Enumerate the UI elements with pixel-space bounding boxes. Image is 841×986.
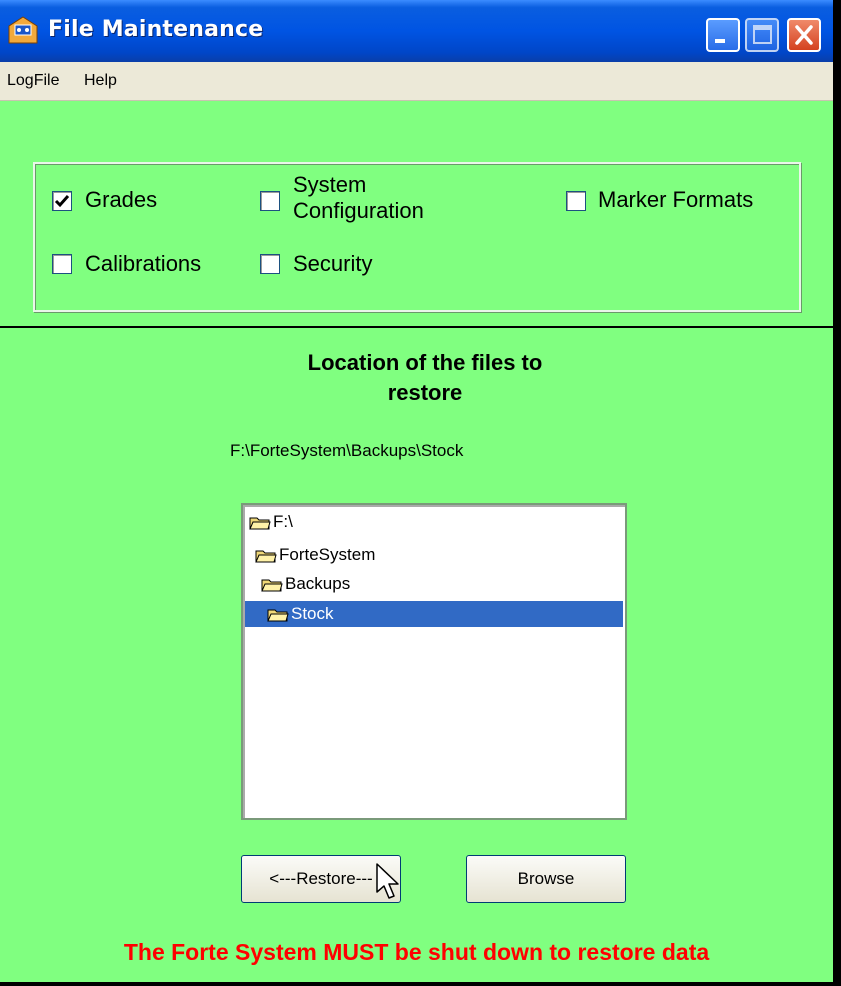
tree-item-label: Stock: [291, 604, 334, 623]
marker-formats-checkbox[interactable]: [566, 191, 586, 211]
minimize-icon: [715, 39, 725, 43]
grades-checkbox[interactable]: [52, 191, 72, 211]
tree-item-stock[interactable]: Stock: [245, 601, 623, 627]
tree-item-drive[interactable]: F:\: [249, 509, 293, 535]
browse-button[interactable]: Browse: [466, 855, 626, 903]
open-folder-icon: [249, 517, 271, 530]
file-maintenance-window: File Maintenance LogFile Help Grades Sys…: [0, 0, 833, 982]
close-icon: [795, 25, 813, 45]
tree-item-label: Backups: [285, 574, 351, 593]
system-configuration-label-line2: Configuration: [293, 198, 424, 223]
grades-label[interactable]: Grades: [85, 187, 157, 213]
tree-item-backups[interactable]: Backups: [261, 571, 350, 597]
calibrations-checkbox[interactable]: [52, 254, 72, 274]
system-configuration-checkbox[interactable]: [260, 191, 280, 211]
calibrations-label[interactable]: Calibrations: [85, 251, 201, 277]
menu-bar: LogFile Help: [0, 62, 833, 101]
menu-logfile[interactable]: LogFile: [7, 72, 59, 90]
security-checkbox[interactable]: [260, 254, 280, 274]
open-folder-icon: [267, 609, 289, 622]
shutdown-warning: The Forte System MUST be shut down to re…: [123, 939, 710, 965]
window-title: File Maintenance: [48, 17, 264, 42]
checkmark-icon: [54, 195, 70, 208]
maximize-button[interactable]: [745, 18, 779, 52]
tree-item-fortesystem[interactable]: ForteSystem: [255, 542, 375, 568]
location-heading: Location of the files to restore: [215, 348, 635, 408]
separator-line: [0, 326, 833, 328]
tree-item-label: ForteSystem: [279, 545, 376, 564]
maximize-icon: [753, 25, 772, 44]
open-folder-icon: [261, 579, 283, 592]
marker-formats-label[interactable]: Marker Formats: [598, 187, 753, 213]
minimize-button[interactable]: [706, 18, 740, 52]
system-configuration-label-line1: System: [293, 172, 367, 197]
mouse-cursor-icon: [376, 863, 399, 899]
menu-help[interactable]: Help: [84, 72, 117, 90]
folder-tree[interactable]: F:\ ForteSystem Backups Stock: [241, 503, 627, 820]
title-bar[interactable]: File Maintenance: [0, 0, 833, 62]
tree-item-label: F:\: [273, 512, 293, 531]
app-icon: [8, 16, 38, 44]
security-label[interactable]: Security: [293, 251, 372, 277]
current-path: F:\ForteSystem\Backups\Stock: [230, 441, 464, 460]
open-folder-icon: [255, 550, 277, 563]
close-button[interactable]: [787, 18, 821, 52]
system-configuration-label[interactable]: System Configuration: [293, 172, 424, 224]
location-heading-line1: Location of the files to: [307, 350, 543, 375]
location-heading-line2: restore: [387, 380, 463, 405]
